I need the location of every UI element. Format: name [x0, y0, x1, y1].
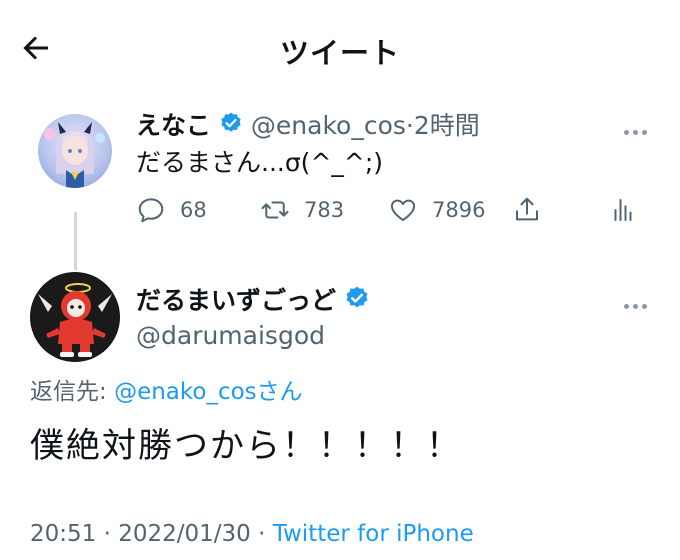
heart-icon — [390, 199, 416, 221]
parent-tweet-header: えなこ @enako_cos·2時間 — [136, 110, 480, 143]
thread-connector-line — [74, 212, 77, 270]
replying-to-suffix: さん — [256, 379, 303, 405]
reply-author-header: だるまいずごっど — [136, 284, 370, 320]
replying-to-mention[interactable]: @enako_cos — [114, 379, 257, 405]
reply-count: 68 — [180, 198, 207, 222]
parent-handle[interactable]: @enako_cos — [251, 111, 406, 140]
avatar-enako[interactable] — [38, 114, 112, 188]
page-title: ツイート — [279, 36, 400, 70]
reply-display-name[interactable]: だるまいずごっど — [136, 286, 336, 315]
reply-tweet-text: 僕絶対勝つから！！！！！ — [30, 426, 462, 466]
like-count: 7896 — [432, 198, 486, 222]
more-dots-icon — [624, 304, 629, 309]
retweet-button[interactable]: 783 — [260, 192, 344, 228]
avatar-darumaisgod[interactable] — [30, 272, 120, 362]
analytics-icon — [614, 199, 632, 221]
meta-separator: · — [258, 521, 266, 547]
retweet-count: 783 — [304, 198, 345, 222]
reply-more-options-button[interactable] — [624, 294, 654, 314]
more-dots-icon — [624, 130, 629, 135]
verified-badge-icon — [344, 285, 370, 320]
analytics-button[interactable] — [608, 192, 638, 228]
tweet-source[interactable]: Twitter for iPhone — [273, 521, 474, 547]
reply-icon — [138, 198, 164, 223]
meta-separator: · — [103, 521, 111, 547]
parent-timestamp[interactable]: 2時間 — [414, 111, 480, 140]
replying-to-prefix: 返信先: — [30, 379, 115, 405]
reply-handle[interactable]: @darumaisgod — [136, 320, 325, 352]
tweet-meta-line: 20:51 · 2022/01/30 · Twitter for iPhone — [30, 518, 474, 550]
top-bar: ツイート — [0, 0, 680, 100]
tweet-time[interactable]: 20:51 — [30, 521, 96, 547]
parent-tweet-text: だるまさん...σ(^_^;) — [136, 148, 384, 177]
like-button[interactable]: 7896 — [388, 192, 485, 228]
parent-display-name[interactable]: えなこ — [136, 111, 211, 140]
parent-more-options-button[interactable] — [624, 120, 654, 140]
separator-dot: · — [405, 111, 414, 140]
share-button[interactable] — [512, 192, 542, 228]
reply-button[interactable]: 68 — [136, 192, 207, 228]
parent-action-bar: 68 783 7896 — [136, 192, 656, 228]
replying-to-line: 返信先: @enako_cosさん — [30, 376, 303, 408]
tweet-date[interactable]: 2022/01/30 — [118, 521, 251, 547]
verified-badge-icon — [219, 111, 243, 143]
share-icon — [516, 197, 538, 221]
retweet-icon — [261, 201, 289, 219]
